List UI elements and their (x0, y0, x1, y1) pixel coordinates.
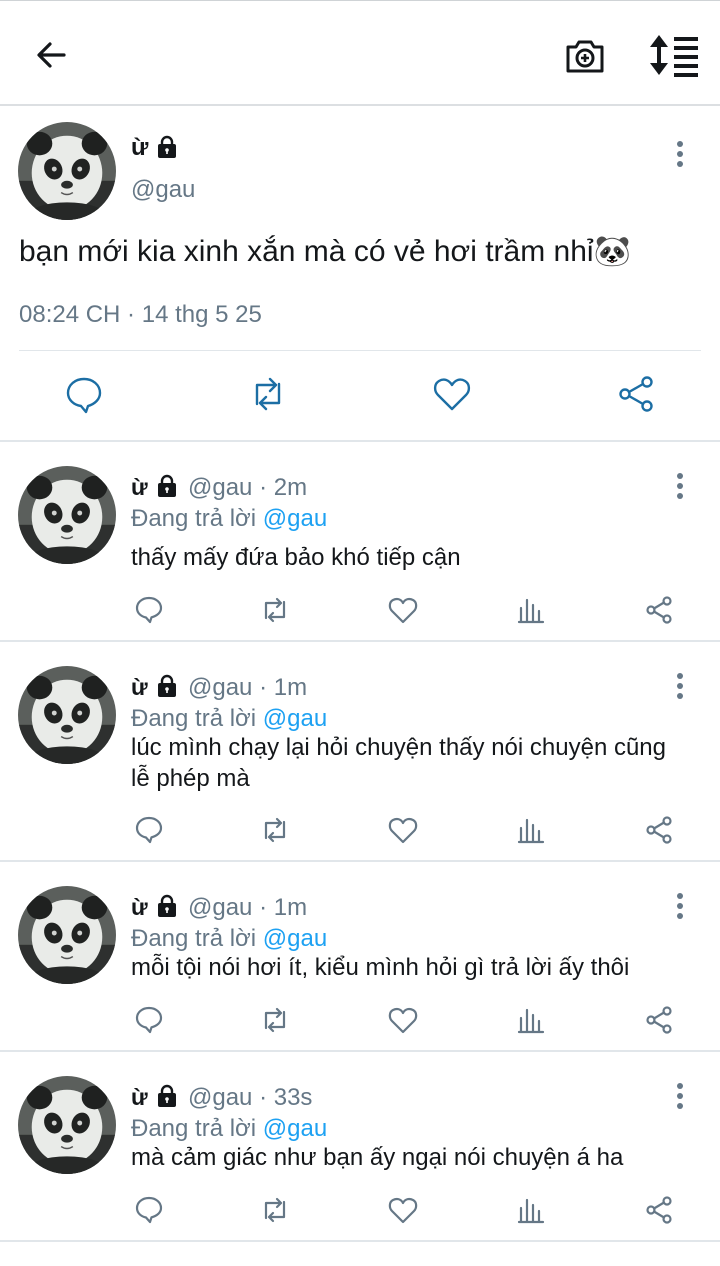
reply-icon[interactable] (133, 814, 165, 846)
retweet-icon[interactable] (259, 594, 291, 626)
mention-link[interactable]: @gau (263, 925, 327, 952)
reply-icon[interactable] (133, 1004, 165, 1036)
replying-to: Đang trả lời @gau (131, 705, 327, 733)
lock-icon (155, 135, 179, 164)
user-handle[interactable]: @gau (131, 176, 195, 204)
avatar[interactable] (18, 122, 116, 220)
replying-prefix: Đang trả lời (131, 505, 257, 532)
display-name[interactable]: ừ (131, 134, 148, 162)
share-icon[interactable] (616, 374, 656, 414)
reply-text: thấy mấy đứa bảo khó tiếp cận (131, 544, 461, 571)
retweet-icon[interactable] (248, 374, 288, 414)
back-arrow-icon[interactable] (30, 33, 74, 77)
more-options-icon[interactable] (668, 140, 692, 168)
tweet-text: bạn mới kia xinh xắn mà có vẻ hơi trầm n… (19, 235, 631, 268)
reply-icon[interactable] (64, 374, 104, 414)
mention-link[interactable]: @gau (263, 505, 327, 532)
more-options-icon[interactable] (668, 1082, 692, 1110)
top-app-bar (0, 0, 720, 106)
display-name[interactable]: ừ (131, 894, 148, 921)
share-icon[interactable] (643, 1194, 675, 1226)
lock-icon (155, 474, 179, 503)
analytics-icon[interactable] (515, 594, 547, 626)
retweet-icon[interactable] (259, 1004, 291, 1036)
more-options-icon[interactable] (668, 892, 692, 920)
like-heart-icon[interactable] (387, 814, 419, 846)
like-heart-icon[interactable] (387, 594, 419, 626)
avatar[interactable] (18, 466, 116, 564)
handle-time[interactable]: @gau · 2m (188, 474, 307, 502)
share-icon[interactable] (643, 814, 675, 846)
analytics-icon[interactable] (515, 814, 547, 846)
reply-icon[interactable] (133, 1194, 165, 1226)
replying-prefix: Đang trả lời (131, 1115, 257, 1142)
replying-to: Đang trả lời @gau (131, 1115, 327, 1143)
handle-time[interactable]: @gau · 33s (188, 1084, 312, 1112)
mention-link[interactable]: @gau (263, 705, 327, 732)
avatar[interactable] (18, 1076, 116, 1174)
reply-tweet[interactable]: ừ @gau · 1m Đang trả lời @gau lúc mình chạy… (0, 642, 720, 862)
reply-icon[interactable] (133, 594, 165, 626)
reply-tweet[interactable]: ừ @gau · 33s Đang trả lời @gau mà cảm giác … (0, 1052, 720, 1242)
like-heart-icon[interactable] (432, 374, 472, 414)
more-options-icon[interactable] (668, 472, 692, 500)
sort-replies-icon[interactable] (648, 31, 700, 79)
retweet-icon[interactable] (259, 814, 291, 846)
replying-to: Đang trả lời @gau (131, 505, 327, 533)
handle-time[interactable]: @gau · 1m (188, 674, 307, 702)
analytics-icon[interactable] (515, 1194, 547, 1226)
like-heart-icon[interactable] (387, 1004, 419, 1036)
reply-tweet[interactable]: ừ @gau · 2m Đang trả lời @gau thấy mấy đứa … (0, 442, 720, 642)
divider (19, 350, 701, 351)
mention-link[interactable]: @gau (263, 1115, 327, 1142)
avatar[interactable] (18, 886, 116, 984)
replying-to: Đang trả lời @gau (131, 925, 327, 953)
lock-icon (155, 674, 179, 703)
display-name[interactable]: ừ (131, 474, 148, 501)
replying-prefix: Đang trả lời (131, 925, 257, 952)
share-icon[interactable] (643, 594, 675, 626)
share-icon[interactable] (643, 1004, 675, 1036)
retweet-icon[interactable] (259, 1194, 291, 1226)
more-options-icon[interactable] (668, 672, 692, 700)
reply-text: mà cảm giác như bạn ấy ngại nói chuyện á… (131, 1144, 624, 1171)
camera-plus-icon[interactable] (562, 33, 608, 79)
lock-icon (155, 894, 179, 923)
display-name[interactable]: ừ (131, 674, 148, 701)
handle-time[interactable]: @gau · 1m (188, 894, 307, 922)
reply-tweet[interactable]: ừ @gau · 1m Đang trả lời @gau mỗi tội nói h… (0, 862, 720, 1052)
like-heart-icon[interactable] (387, 1194, 419, 1226)
avatar[interactable] (18, 666, 116, 764)
reply-text: lúc mình chạy lại hỏi chuyện thấy nói ch… (131, 734, 666, 792)
display-name[interactable]: ừ (131, 1084, 148, 1111)
analytics-icon[interactable] (515, 1004, 547, 1036)
main-tweet: ừ @gau bạn mới kia xinh xắn mà có vẻ hơi… (0, 106, 720, 442)
tweet-timestamp[interactable]: 08:24 CH · 14 thg 5 25 (19, 301, 262, 329)
lock-icon (155, 1084, 179, 1113)
reply-text: mỗi tội nói hơi ít, kiểu mình hỏi gì trả… (131, 954, 630, 981)
replying-prefix: Đang trả lời (131, 705, 257, 732)
